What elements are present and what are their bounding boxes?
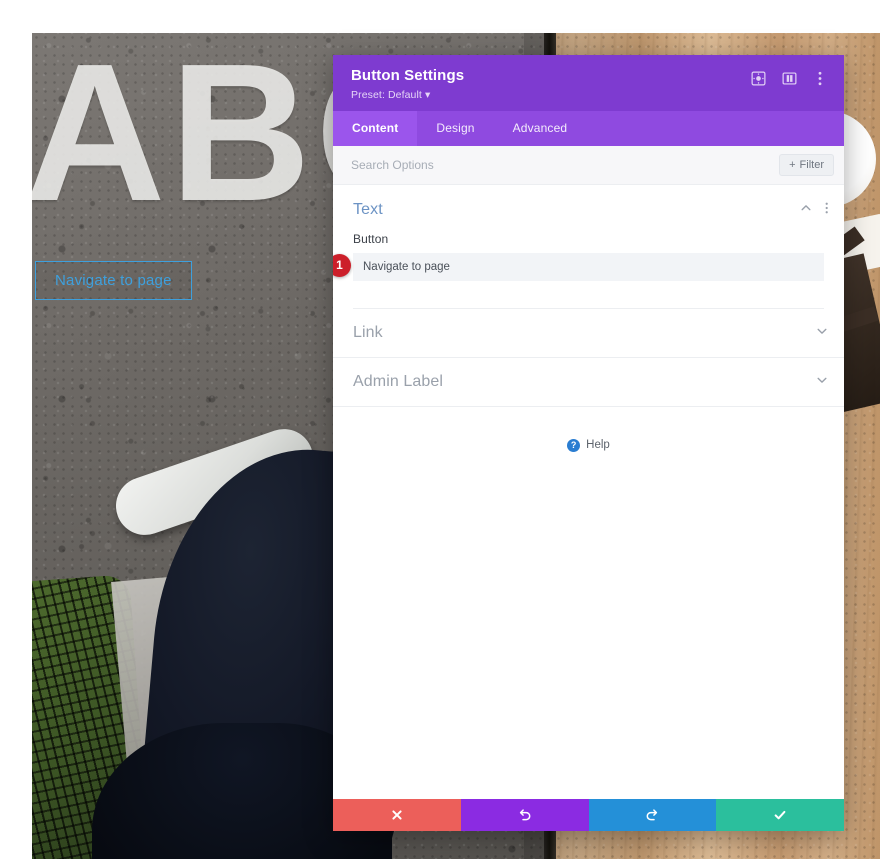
button-text-field-block: 1 Button	[333, 232, 844, 309]
redo-button[interactable]	[588, 799, 717, 831]
modal-footer	[333, 799, 844, 831]
layout-columns-icon[interactable]	[781, 70, 797, 86]
button-text-input[interactable]	[353, 252, 824, 281]
focus-target-icon[interactable]	[750, 70, 766, 86]
undo-button[interactable]	[460, 799, 589, 831]
section-title-text: Text	[353, 200, 383, 218]
page-root: ABC Navigate to page Button Settings Pre…	[0, 0, 880, 859]
tab-advanced[interactable]: Advanced	[494, 111, 587, 146]
plus-icon: +	[789, 158, 796, 171]
help-link[interactable]: ? Help	[333, 407, 844, 452]
undo-icon	[518, 808, 532, 822]
settings-tabs: Content Design Advanced	[333, 110, 844, 146]
section-header-admin-label[interactable]: Admin Label	[333, 358, 844, 407]
close-icon	[391, 809, 403, 821]
question-mark-icon: ?	[567, 438, 581, 452]
section-divider	[353, 307, 824, 309]
modal-header: Button Settings Preset: Default ▾	[333, 55, 844, 111]
kebab-menu-icon[interactable]	[812, 70, 828, 86]
check-icon	[773, 808, 787, 822]
modal-body: Text 1 Button Navigate to page Link Admi…	[333, 184, 844, 799]
save-button[interactable]	[716, 799, 844, 831]
filter-button[interactable]: + Filter	[779, 153, 834, 176]
modal-title: Button Settings	[351, 67, 465, 84]
help-label: Help	[586, 439, 610, 452]
cancel-button[interactable]	[333, 799, 461, 831]
step-badge-1: 1	[333, 253, 351, 277]
section-header-link[interactable]: Link	[333, 309, 844, 358]
site-cta-button[interactable]: Navigate to page	[35, 261, 192, 300]
chevron-up-icon[interactable]	[800, 201, 812, 219]
chevron-down-icon-admin-label[interactable]	[816, 373, 828, 391]
search-input[interactable]	[351, 157, 780, 172]
section-title-link: Link	[353, 323, 383, 341]
search-options-row: + Filter	[333, 145, 844, 185]
filter-button-label: Filter	[799, 158, 824, 171]
chevron-down-icon-link[interactable]	[816, 324, 828, 342]
section-title-admin-label: Admin Label	[353, 372, 444, 390]
redo-icon	[645, 808, 659, 822]
modal-header-titles: Button Settings Preset: Default ▾	[351, 67, 464, 101]
button-settings-modal: Button Settings Preset: Default ▾ Conten…	[333, 55, 844, 831]
section-header-text[interactable]: Text	[333, 185, 844, 232]
button-field-label: Button	[353, 231, 389, 246]
tab-design[interactable]: Design	[417, 111, 493, 146]
tab-content[interactable]: Content	[333, 110, 418, 146]
section-kebab-menu-icon[interactable]	[825, 201, 828, 219]
section-header-icons-text	[800, 201, 828, 219]
modal-header-actions	[750, 67, 828, 86]
preset-selector[interactable]: Preset: Default ▾	[351, 89, 464, 101]
